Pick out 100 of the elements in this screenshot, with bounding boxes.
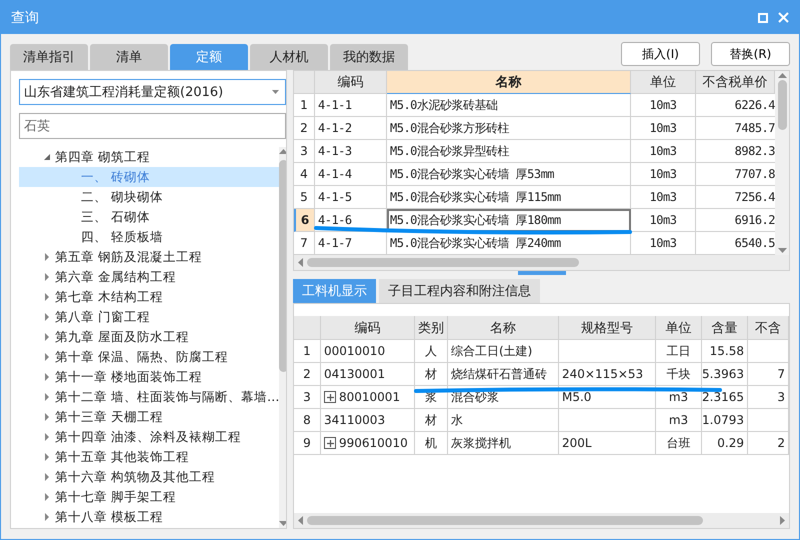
expand-arrow-icon[interactable] xyxy=(43,313,51,321)
dropdown-caret-icon xyxy=(272,90,279,94)
tree-item[interactable]: 三、 石砌体 xyxy=(19,207,280,227)
expand-arrow-icon[interactable] xyxy=(43,453,51,461)
expand-arrow-icon[interactable] xyxy=(43,433,51,441)
scroll-right-icon[interactable] xyxy=(780,516,785,525)
table-cell: 2.3165 xyxy=(702,386,748,409)
search-field[interactable]: 石英 xyxy=(19,113,286,139)
tree-item[interactable]: 第十五章 其他装饰工程 xyxy=(19,447,280,467)
table-cell: 04130001 xyxy=(321,363,415,386)
replace-button[interactable]: 替换(R) xyxy=(711,42,790,66)
column-header[interactable]: 编码 xyxy=(321,316,415,340)
table-cell: 机 xyxy=(415,432,448,455)
tree-item[interactable]: 第八章 门窗工程 xyxy=(19,307,280,327)
expand-arrow-icon[interactable] xyxy=(43,473,51,481)
tab[interactable]: 清单指引 xyxy=(10,44,88,70)
row-number: 6 xyxy=(294,209,315,232)
close-icon[interactable] xyxy=(778,12,789,23)
scrollbar-thumb[interactable] xyxy=(307,516,703,525)
expand-arrow-icon[interactable] xyxy=(43,333,51,341)
horizontal-scrollbar[interactable] xyxy=(294,513,789,528)
column-header[interactable]: 编码 xyxy=(315,71,387,94)
column-header[interactable]: 不含税单价 xyxy=(696,71,775,94)
tree-item[interactable]: 第七章 木结构工程 xyxy=(19,287,280,307)
row-number: 8 xyxy=(294,409,321,432)
table-cell: 4-1-3 xyxy=(315,140,387,163)
tree-item[interactable]: 第十章 保温、隔热、防腐工程 xyxy=(19,347,280,367)
table-cell: M5.0混合砂浆异型砖柱 xyxy=(387,140,631,163)
table-cell: 4-1-4 xyxy=(315,163,387,186)
table-cell: 0.29 xyxy=(702,432,748,455)
table-cell: 2 xyxy=(748,432,789,455)
column-header[interactable]: 名称 xyxy=(387,71,631,94)
expand-arrow-icon[interactable] xyxy=(43,253,51,261)
expand-arrow-icon[interactable] xyxy=(43,293,51,301)
collapse-arrow-icon[interactable] xyxy=(43,153,51,161)
table-cell: 10m3 xyxy=(631,94,696,117)
row-number: 3 xyxy=(294,386,321,409)
scroll-down-icon[interactable] xyxy=(279,521,286,526)
expand-icon[interactable] xyxy=(324,437,336,449)
tab[interactable]: 人材机 xyxy=(250,44,328,70)
tab[interactable]: 清单 xyxy=(90,44,168,70)
table-cell: M5.0 xyxy=(559,386,656,409)
column-header[interactable]: 单位 xyxy=(656,316,702,340)
tree-item[interactable]: 第十三章 天棚工程 xyxy=(19,407,280,427)
tree-item[interactable]: 四、 轻质板墙 xyxy=(19,227,280,247)
tree-item[interactable]: 第六章 金属结构工程 xyxy=(19,267,280,287)
tree-item[interactable]: 第五章 钢筋及混凝土工程 xyxy=(19,247,280,267)
scroll-left-icon[interactable] xyxy=(298,258,303,267)
tree-item[interactable]: 第十六章 构筑物及其他工程 xyxy=(19,467,280,487)
column-header[interactable]: 类别 xyxy=(415,316,448,340)
table-cell: 7 xyxy=(748,363,789,386)
expand-arrow-icon[interactable] xyxy=(43,493,51,501)
tree-item[interactable]: 第十七章 脚手架工程 xyxy=(19,487,280,507)
tab[interactable]: 我的数据 xyxy=(330,44,408,70)
table-cell: 4-1-6 xyxy=(315,209,387,232)
tree-item[interactable]: 二、 砌块砌体 xyxy=(19,187,280,207)
column-header[interactable]: 名称 xyxy=(448,316,559,340)
table-cell: 5.3963 xyxy=(702,363,748,386)
expand-arrow-icon[interactable] xyxy=(43,413,51,421)
column-header[interactable]: 规格型号 xyxy=(559,316,656,340)
insert-button[interactable]: 插入(I) xyxy=(621,42,700,66)
scroll-down-icon[interactable] xyxy=(778,248,786,253)
scroll-up-icon[interactable] xyxy=(778,73,786,78)
scrollbar-thumb[interactable] xyxy=(307,258,579,267)
table-cell: 混合砂浆 xyxy=(448,386,559,409)
table-cell: M5.0混合砂浆实心砖墙 厚180mm xyxy=(387,209,631,232)
table-cell: M5.0水泥砂浆砖基础 xyxy=(387,94,631,117)
tree-item[interactable]: 第十二章 墙、柱面装饰与隔断、幕墙… xyxy=(19,387,280,407)
horizontal-scrollbar[interactable] xyxy=(294,255,789,270)
expand-icon[interactable] xyxy=(324,391,336,403)
table-cell: 200L xyxy=(559,432,656,455)
tab[interactable]: 子目工程内容和附注信息 xyxy=(379,279,540,303)
column-header[interactable]: 单位 xyxy=(631,71,696,94)
table-cell: 千块 xyxy=(656,363,702,386)
splitter-handle[interactable] xyxy=(518,271,566,275)
row-number: 4 xyxy=(294,163,315,186)
column-header[interactable]: 含量 xyxy=(702,316,748,340)
table-cell: m3 xyxy=(656,386,702,409)
scrollbar-thumb[interactable] xyxy=(279,160,286,372)
scroll-up-icon[interactable] xyxy=(279,149,286,154)
table-cell: 990610010 xyxy=(321,432,415,455)
restore-icon[interactable] xyxy=(758,12,768,22)
column-header[interactable]: 不含 xyxy=(748,316,789,340)
row-number: 1 xyxy=(294,340,321,363)
row-number: 1 xyxy=(294,94,315,117)
tree-item[interactable]: 第十一章 楼地面装饰工程 xyxy=(19,367,280,387)
table-cell: 1.0793 xyxy=(702,409,748,432)
tree-item[interactable]: 第十四章 油漆、涂料及裱糊工程 xyxy=(19,427,280,447)
expand-arrow-icon[interactable] xyxy=(43,273,51,281)
tree-item[interactable]: 第四章 砌筑工程 xyxy=(19,147,280,167)
scrollbar-thumb[interactable] xyxy=(778,80,786,130)
expand-arrow-icon[interactable] xyxy=(43,513,51,521)
expand-arrow-icon[interactable] xyxy=(43,373,51,381)
tree-item[interactable]: 第九章 屋面及防水工程 xyxy=(19,327,280,347)
library-dropdown[interactable]: 山东省建筑工程消耗量定额(2016) xyxy=(19,79,286,105)
expand-arrow-icon[interactable] xyxy=(43,353,51,361)
table-cell: M5.0混合砂浆实心砖墙 厚115mm xyxy=(387,186,631,209)
scroll-left-icon[interactable] xyxy=(298,516,303,525)
expand-arrow-icon[interactable] xyxy=(43,393,51,401)
tree-item[interactable]: 第十八章 模板工程 xyxy=(19,507,280,527)
